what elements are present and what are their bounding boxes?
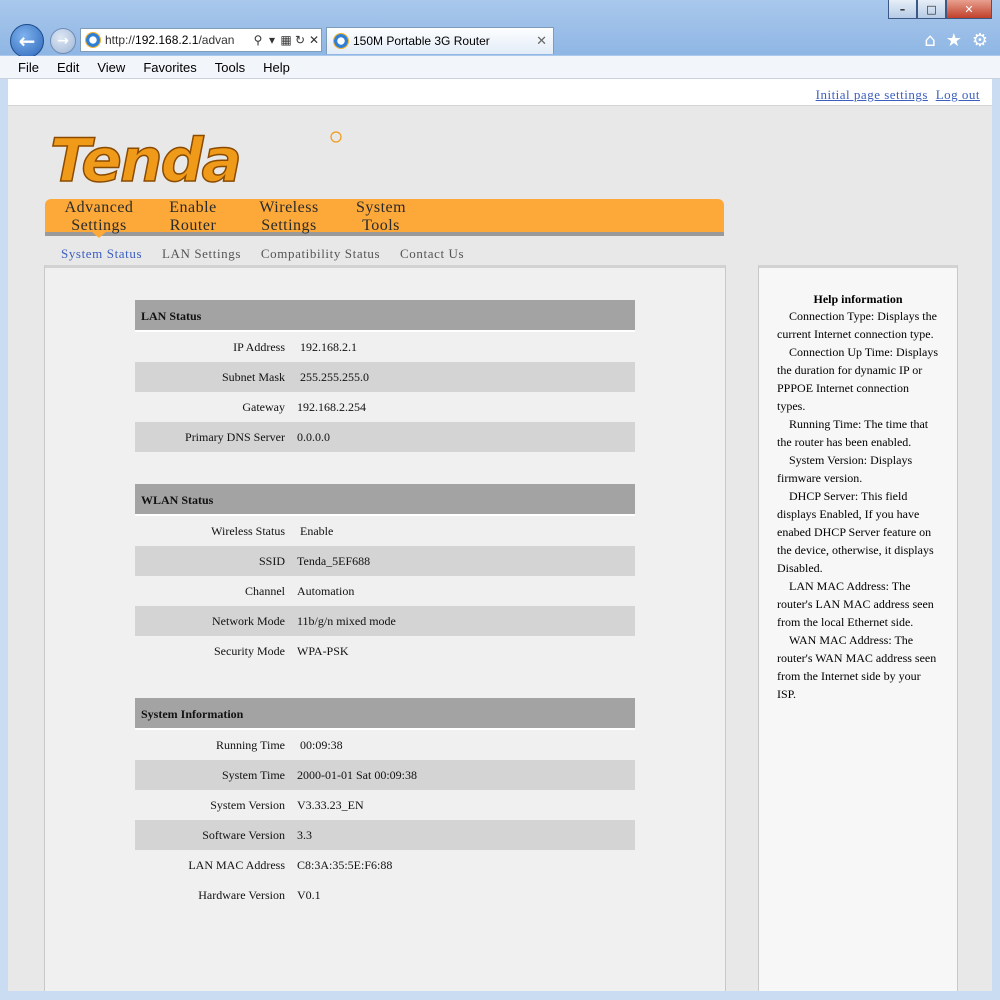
help-paragraph: Running Time: The time that the router h… <box>777 417 929 449</box>
forward-arrow-icon[interactable]: → <box>50 28 76 54</box>
nav-wireless-settings[interactable]: Wireless Settings <box>255 199 323 235</box>
system-information-section: System Information Running Time 00:09:38 … <box>135 698 635 910</box>
help-paragraph: LAN MAC Address: The router's LAN MAC ad… <box>777 579 934 629</box>
favorites-star-icon[interactable]: ★ <box>946 30 962 51</box>
table-row: Subnet Mask 255.255.255.0 <box>135 362 635 392</box>
menu-bar: File Edit View Favorites Tools Help <box>0 56 1000 79</box>
table-row: Running Time 00:09:38 <box>215 737 343 752</box>
menu-edit[interactable]: Edit <box>57 60 79 75</box>
section-title: LAN Status <box>135 300 635 332</box>
settings-gear-icon[interactable]: ⚙ <box>972 30 988 51</box>
nav-advanced-settings[interactable]: Advanced Settings <box>63 199 135 235</box>
nav-system-tools[interactable]: System Tools <box>353 199 409 235</box>
page-viewport: Initial page settings Log out Tenda Adva… <box>8 79 992 991</box>
home-icon[interactable]: ⌂ <box>924 30 935 51</box>
help-paragraph: System Version: Displays firmware versio… <box>777 453 913 485</box>
table-row: Hardware Version V0.1 <box>198 887 321 902</box>
help-paragraph: WAN MAC Address: The router's WAN MAC ad… <box>777 633 937 701</box>
help-body: Connection Type: Displays the current In… <box>759 307 957 703</box>
refresh-icon[interactable]: ↻ <box>293 33 307 47</box>
table-row: Channel Automation <box>245 583 355 598</box>
lan-status-section: LAN Status IP Address 192.168.2.1 Subnet … <box>135 300 635 452</box>
search-icon[interactable]: ⚲ <box>251 33 265 47</box>
help-paragraph: Connection Up Time: Displays the duratio… <box>777 345 939 413</box>
table-row: Network Mode 11b/g/n mixed mode <box>135 606 635 636</box>
minimize-icon[interactable]: – <box>888 0 917 19</box>
dropdown-icon[interactable]: ▾ <box>265 33 279 47</box>
main-nav: Advanced Settings Enable Router Wireless Se… <box>45 199 724 238</box>
ie-page-icon <box>85 32 101 48</box>
tab-ie-icon <box>333 33 349 49</box>
stop-icon[interactable]: ✕ <box>307 33 321 47</box>
table-row: Gateway 192.168.2.254 <box>242 399 366 414</box>
table-row: IP Address 192.168.2.1 <box>233 339 357 354</box>
subnav-contact-us[interactable]: Contact Us <box>400 246 464 261</box>
status-panel: LAN Status IP Address 192.168.2.1 Subnet … <box>44 265 726 991</box>
table-row: Wireless Status Enable <box>211 523 334 538</box>
compatibility-view-icon[interactable]: ▦ <box>279 33 293 47</box>
browser-window: – □ ✕ ← → http://192.168.2.1/advan ⚲ ▾ ▦… <box>0 0 1000 1000</box>
tenda-logo-text: Tenda <box>50 126 240 193</box>
address-bar[interactable]: http://192.168.2.1/advan ⚲ ▾ ▦ ↻ ✕ <box>80 28 322 52</box>
menu-view[interactable]: View <box>97 60 125 75</box>
table-row: Security Mode WPA-PSK <box>214 643 349 658</box>
table-row: LAN MAC Address C8:3A:35:5E:F6:88 <box>188 857 393 872</box>
top-bar: Initial page settings Log out <box>8 79 992 106</box>
active-nav-pointer-icon <box>91 231 107 238</box>
sub-nav: System Status LAN Settings Compatibility… <box>61 246 480 262</box>
tab-close-icon[interactable]: ✕ <box>536 33 547 49</box>
section-title: System Information <box>135 698 635 730</box>
tenda-logo: Tenda <box>49 125 342 193</box>
maximize-icon[interactable]: □ <box>917 0 946 19</box>
close-window-icon[interactable]: ✕ <box>946 0 992 19</box>
wlan-status-section: WLAN Status Wireless Status Enable SSID Te… <box>135 484 635 666</box>
browser-tools: ⌂ ★ ⚙ <box>924 30 988 51</box>
table-row: Software Version 3.3 <box>135 820 635 850</box>
table-row: System Version V3.33.23_EN <box>210 797 364 812</box>
table-row: SSID Tenda_5EF688 <box>135 546 635 576</box>
menu-file[interactable]: File <box>18 60 39 75</box>
address-url[interactable]: http://192.168.2.1/advan <box>105 33 251 47</box>
logout-link[interactable]: Log out <box>936 87 980 102</box>
initial-page-settings-link[interactable]: Initial page settings <box>816 87 928 102</box>
tab-title: 150M Portable 3G Router <box>353 34 490 48</box>
menu-tools[interactable]: Tools <box>215 60 245 75</box>
section-title: WLAN Status <box>135 484 635 516</box>
browser-tab[interactable]: 150M Portable 3G Router ✕ <box>326 27 554 54</box>
help-title: Help information <box>813 292 903 306</box>
subnav-lan-settings[interactable]: LAN Settings <box>162 246 241 261</box>
nav-enable-router[interactable]: Enable Router <box>165 199 221 235</box>
table-row: Primary DNS Server 0.0.0.0 <box>135 422 635 452</box>
menu-help[interactable]: Help <box>263 60 290 75</box>
menu-favorites[interactable]: Favorites <box>143 60 196 75</box>
back-arrow-icon[interactable]: ← <box>10 24 44 58</box>
window-controls: – □ ✕ <box>888 0 992 20</box>
subnav-system-status[interactable]: System Status <box>61 246 142 261</box>
table-row: System Time 2000-01-01 Sat 00:09:38 <box>135 760 635 790</box>
top-links: Initial page settings Log out <box>812 87 980 103</box>
help-paragraph: Connection Type: Displays the current In… <box>777 309 937 341</box>
help-panel: Help information Connection Type: Displa… <box>758 265 958 991</box>
help-paragraph: DHCP Server: This field displays Enabled… <box>777 489 934 575</box>
subnav-compatibility-status[interactable]: Compatibility Status <box>261 246 380 261</box>
